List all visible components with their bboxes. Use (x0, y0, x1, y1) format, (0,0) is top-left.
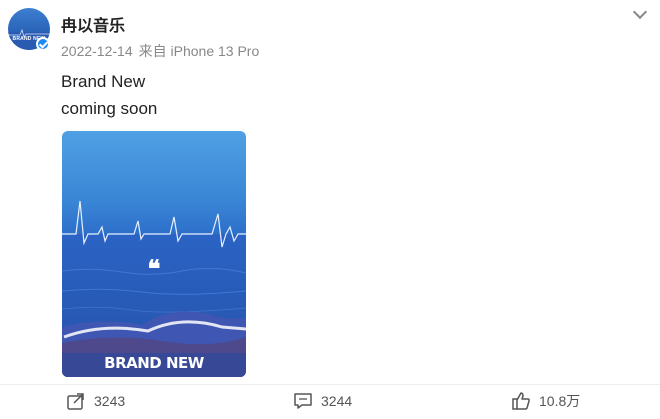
image-caption: BRAND NEW (104, 354, 204, 372)
post-text-line-1: Brand New (61, 72, 146, 91)
verified-badge-icon (36, 37, 50, 51)
like-button[interactable]: 10.8万 (511, 389, 580, 413)
post-meta: 2022-12-14 来自 iPhone 13 Pro (61, 41, 265, 61)
thumbs-up-icon (511, 391, 531, 411)
comment-button[interactable]: 3244 (293, 389, 352, 413)
comment-count: 3244 (321, 393, 353, 409)
like-count: 10.8万 (539, 393, 581, 409)
divider (0, 384, 660, 385)
share-icon (66, 391, 86, 411)
comment-icon (293, 391, 313, 411)
username[interactable]: 冉以音乐 (61, 12, 125, 36)
repost-button[interactable]: 3243 (66, 389, 125, 413)
quote-icon: ❝ (147, 254, 161, 283)
repost-count: 3243 (94, 393, 126, 409)
post-text-line-2: coming soon (61, 99, 158, 118)
post-image[interactable]: ❝ BRAND NEW (62, 131, 246, 377)
post-source: 来自 iPhone 13 Pro (138, 43, 260, 59)
post-date[interactable]: 2022-12-14 (61, 43, 133, 59)
chevron-down-icon[interactable] (632, 4, 648, 20)
